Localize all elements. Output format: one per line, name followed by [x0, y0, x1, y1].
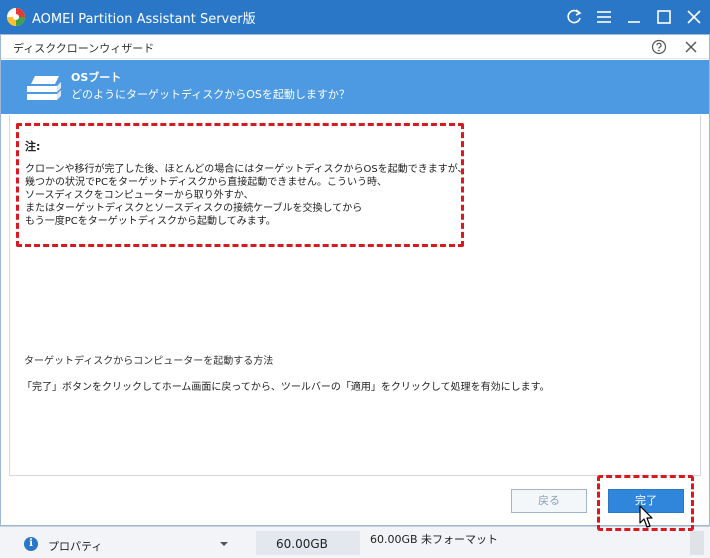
close-icon[interactable] — [684, 7, 704, 27]
minimize-icon[interactable] — [624, 7, 644, 27]
chevron-down-icon[interactable] — [220, 542, 228, 546]
app-logo-icon — [7, 8, 25, 26]
dialog-title: ディスククローンウィザード — [13, 42, 155, 55]
note-heading: 注: — [25, 140, 41, 153]
app-titlebar: AOMEI Partition Assistant Server版 — [0, 0, 710, 34]
note-line: もう一度PCをターゲットディスクから起動してみます。 — [25, 216, 276, 227]
step-subtitle: どのようにターゲットディスクからOSを起動しますか？ — [71, 88, 350, 101]
wizard-content: 注: クローンや移行が完了した後、ほとんどの場合にはターゲットディスクからOSを… — [9, 115, 701, 475]
step-header: OSブート どのようにターゲットディスクからOSを起動しますか？ — [1, 60, 709, 114]
note-line: ソースディスクをコンピューターから取り外すか、 — [25, 190, 254, 201]
boot-method-label: ターゲットディスクからコンピューターを起動する方法 — [24, 356, 274, 367]
app-title: AOMEI Partition Assistant Server版 — [32, 12, 256, 27]
finish-instruction-text: 「完了」ボタンをクリックしてホーム画面に戻ってから、ツールバーの「適用」をクリッ… — [22, 382, 550, 393]
dialog-titlebar: ディスククローンウィザード — [1, 35, 709, 59]
note-line: 幾つかの状況でPCをターゲットディスクから直接起動できません。こういう時、 — [25, 177, 388, 188]
note-line: またはターゲットディスクとソースディスクの接続ケーブルを交換してから — [25, 203, 363, 214]
capacity-cell: 60.00GB — [256, 531, 360, 555]
note-line: クローンや移行が完了した後、ほとんどの場合にはターゲットディスクからOSを起動で… — [25, 164, 468, 175]
menu-icon[interactable] — [594, 7, 614, 27]
info-icon: i — [24, 537, 38, 551]
step-title: OSブート — [71, 71, 122, 84]
unformatted-partition-label: 60.00GB 未フォーマット — [370, 533, 499, 546]
disk-icon — [27, 76, 61, 100]
capacity-value: 60.00GB — [276, 537, 328, 551]
dialog-close-icon[interactable] — [683, 39, 699, 55]
refresh-icon[interactable] — [564, 7, 584, 27]
note-text: クローンや移行が完了した後、ほとんどの場合にはターゲットディスクからOSを起動で… — [25, 163, 468, 228]
properties-label[interactable]: プロパティ — [48, 538, 102, 554]
cursor-icon — [639, 505, 653, 528]
note-highlight-box: 注: クローンや移行が完了した後、ほとんどの場合にはターゲットディスクからOSを… — [16, 123, 468, 247]
help-icon[interactable] — [651, 39, 667, 55]
back-button[interactable]: 戻る — [511, 489, 587, 513]
scrollbar[interactable] — [690, 531, 704, 555]
maximize-icon[interactable] — [654, 7, 674, 27]
disk-clone-wizard-dialog: ディスククローンウィザード OSブート どのようにターゲットディスクからOSを起… — [0, 34, 710, 531]
